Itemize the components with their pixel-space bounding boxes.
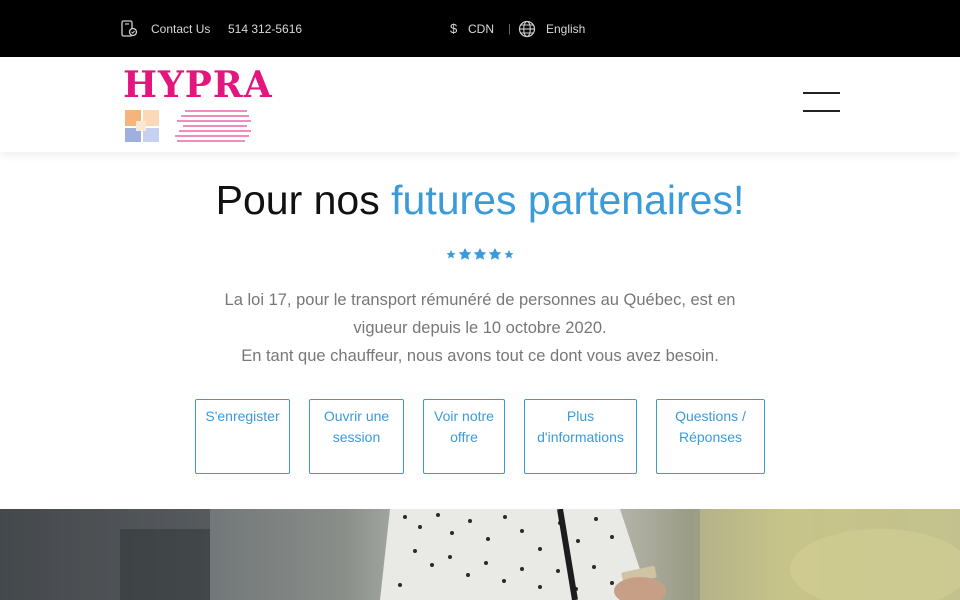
globe-icon[interactable] [518, 0, 536, 57]
contact-us-link[interactable]: Contact Us [151, 0, 210, 57]
logo-wordmark: HYPRA [123, 64, 273, 106]
language-selector[interactable]: English [546, 0, 585, 57]
hero-title-accent: futures partenaires! [391, 177, 745, 223]
hero-paragraph-2: En tant que chauffeur, nous avons tout c… [241, 347, 719, 365]
hypra-logo[interactable]: HYPRA [123, 66, 272, 144]
topbar-separator: | [508, 22, 511, 35]
hero-title-plain: Pour nos [215, 177, 392, 223]
rating-stars-icon [446, 248, 514, 260]
register-button[interactable]: S'enregister [195, 399, 290, 474]
menu-line-top [803, 92, 840, 94]
photo-scene [0, 509, 960, 600]
more-info-button-label: Plus d'informations [537, 408, 624, 445]
view-offer-button-label: Voir notre offre [434, 408, 494, 445]
hamburger-menu-icon[interactable] [803, 90, 840, 114]
dollar-icon[interactable]: $ [450, 0, 457, 57]
currency-selector[interactable]: CDN [468, 0, 494, 57]
hero-description: La loi 17, pour le transport rémunéré de… [200, 286, 760, 370]
menu-line-bottom [803, 110, 840, 112]
login-button-label: Ouvrir une session [323, 408, 390, 445]
logo-graphic [125, 110, 251, 142]
register-button-label: S'enregister [205, 408, 280, 424]
more-info-button[interactable]: Plus d'informations [524, 399, 637, 474]
hero-section: Pour nos futures partenaires! La loi 17,… [0, 152, 960, 509]
phone-number-link[interactable]: 514 312-5616 [228, 0, 302, 57]
hero-title: Pour nos futures partenaires! [0, 176, 960, 224]
faq-button[interactable]: Questions / Réponses [656, 399, 765, 474]
view-offer-button[interactable]: Voir notre offre [423, 399, 505, 474]
site-header: HYPRA [0, 57, 960, 152]
top-bar: Contact Us 514 312-5616 $ CDN | English [0, 0, 960, 57]
hero-paragraph-1: La loi 17, pour le transport rémunéré de… [224, 291, 736, 337]
contact-phone-icon[interactable] [120, 0, 138, 57]
hero-photo [0, 509, 960, 600]
login-button[interactable]: Ouvrir une session [309, 399, 404, 474]
faq-button-label: Questions / Réponses [675, 408, 746, 445]
